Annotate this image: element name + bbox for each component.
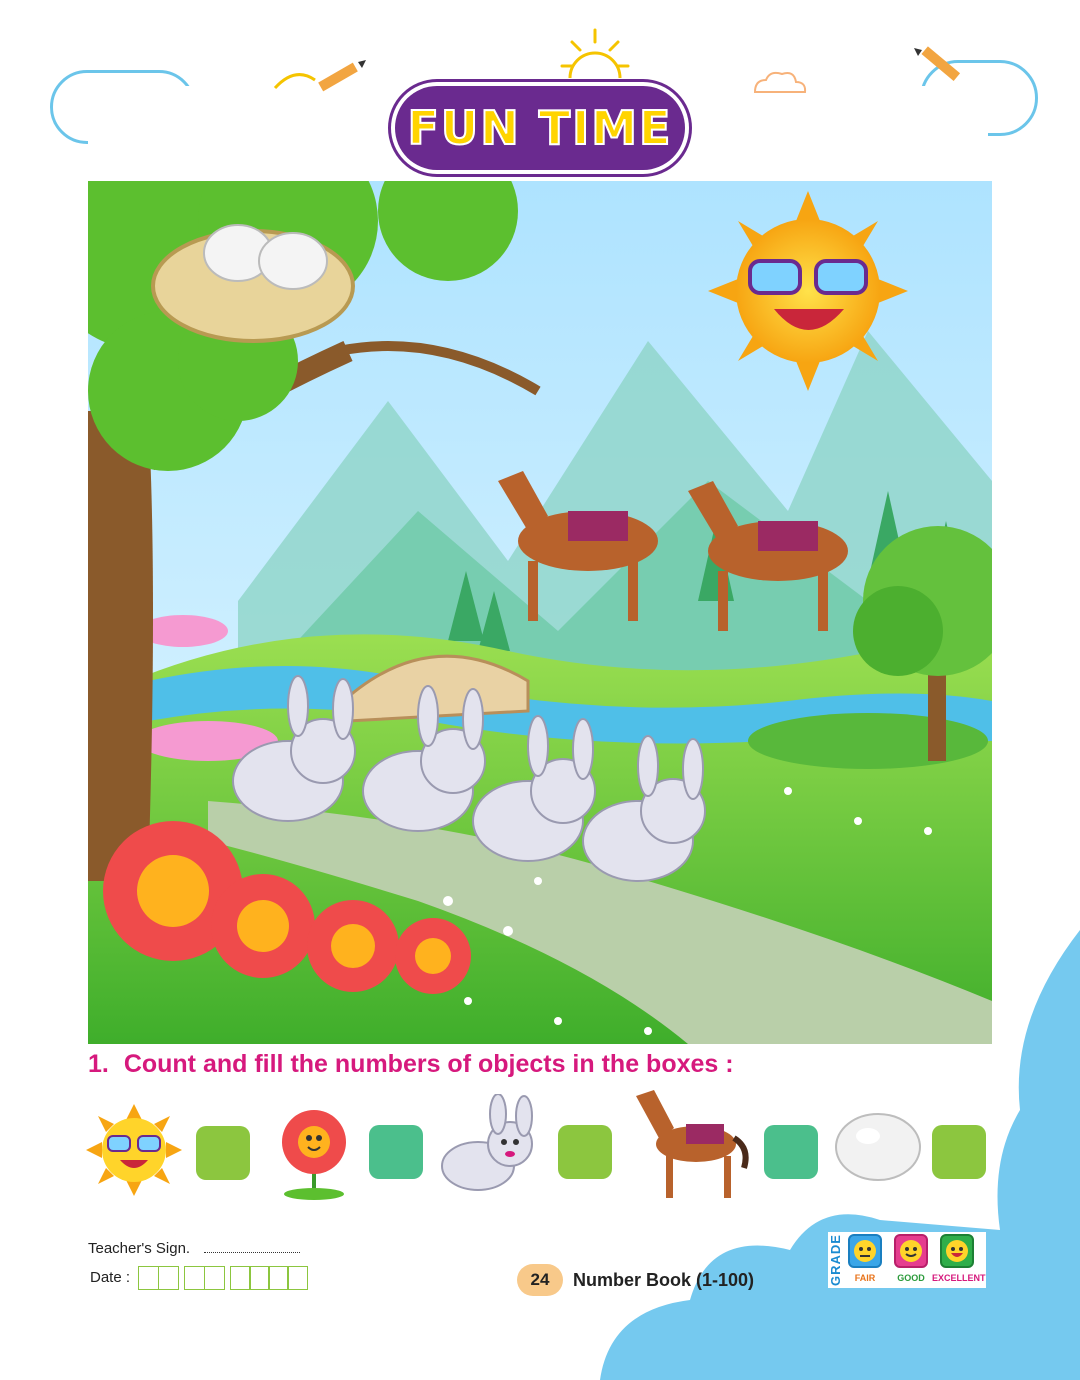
excellent-face-icon[interactable] xyxy=(940,1234,974,1268)
rabbit-icon xyxy=(441,1094,533,1191)
teacher-sign-line[interactable] xyxy=(204,1252,300,1253)
question-number: 1. xyxy=(88,1050,109,1078)
date-year-box-2[interactable] xyxy=(249,1266,270,1290)
page-title: FUN TIME xyxy=(407,100,673,156)
date-month-box-1[interactable] xyxy=(184,1266,205,1290)
grade-good-label: GOOD xyxy=(897,1273,925,1283)
date-year-box-4[interactable] xyxy=(287,1266,308,1290)
teacher-sign-label: Teacher's Sign. xyxy=(88,1240,191,1257)
scene-svg xyxy=(88,181,992,1044)
flower-count-box[interactable] xyxy=(369,1125,423,1179)
grade-label: GRADE xyxy=(828,1234,843,1286)
sun-count-box[interactable] xyxy=(196,1126,250,1180)
bottom-cloud-icon xyxy=(600,930,1080,1380)
page-number: 24 xyxy=(517,1264,563,1296)
pencil-left-icon xyxy=(273,60,366,92)
date-day-box-2[interactable] xyxy=(158,1266,179,1290)
date-label: Date : xyxy=(90,1269,131,1286)
grade-panel: GRADE FAIR GOOD EXCELLENT xyxy=(828,1232,986,1288)
sun-icon xyxy=(86,1104,182,1196)
date-year-box-3[interactable] xyxy=(268,1266,289,1290)
pencil-right-icon xyxy=(914,46,961,81)
date-year-box-1[interactable] xyxy=(230,1266,251,1290)
small-cloud-icon xyxy=(753,71,807,93)
flower-icon xyxy=(282,1110,346,1200)
fun-time-badge: FUN TIME xyxy=(395,86,685,170)
counting-scene xyxy=(88,181,992,1044)
fair-face-icon[interactable] xyxy=(848,1234,882,1268)
date-day-box-1[interactable] xyxy=(138,1266,159,1290)
good-face-icon[interactable] xyxy=(894,1234,928,1268)
sun-doodle-icon xyxy=(560,28,630,79)
grade-excellent-label: EXCELLENT xyxy=(932,1273,986,1283)
date-month-box-2[interactable] xyxy=(204,1266,225,1290)
grade-fair-label: FAIR xyxy=(854,1273,876,1283)
book-title: Number Book (1-100) xyxy=(573,1270,755,1290)
